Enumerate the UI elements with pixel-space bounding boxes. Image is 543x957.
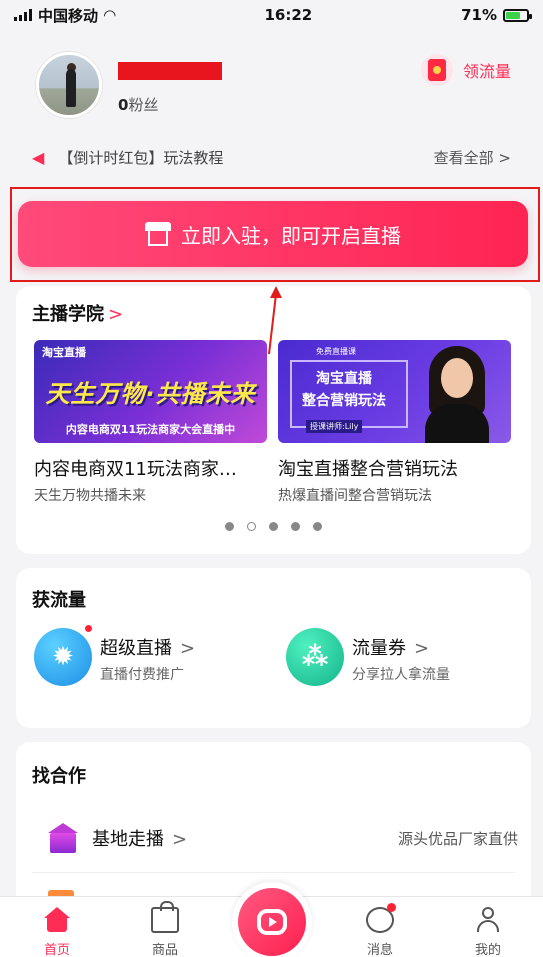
get-traffic-card: 获流量 ✹ 超级直播 > 直播付费推广 ⁂ 流量券 > 分享拉人拿流量 <box>16 568 531 728</box>
tab-goods-label: 商品 <box>151 943 178 957</box>
battery-icon <box>503 8 532 22</box>
coop-desc: 源头优品厂家直供 <box>397 829 518 848</box>
chevron-right-icon: > <box>180 638 196 659</box>
home-icon <box>43 907 71 933</box>
get-traffic-label: 领流量 <box>462 62 511 81</box>
pagination-dot[interactable] <box>269 522 278 531</box>
tool-name-text: 流量券 <box>352 638 406 659</box>
avatar[interactable] <box>36 52 102 118</box>
get-traffic-link[interactable]: 领流量 <box>420 54 511 86</box>
chat-icon <box>366 903 396 933</box>
academy-title[interactable]: 主播学院 > <box>32 300 123 326</box>
notice-bar[interactable]: ◀ 【倒计时红包】玩法教程 查看全部 > <box>0 140 543 174</box>
chevron-right-icon: > <box>414 638 430 659</box>
gear-icon: ✹ <box>34 628 92 686</box>
join-live-label: 立即入驻，即可开启直播 <box>181 223 401 248</box>
battery-fill <box>506 11 521 19</box>
base-live-row[interactable]: 基地走播 > 源头优品厂家直供 <box>48 818 518 858</box>
pagination-dot[interactable] <box>313 522 322 531</box>
course-card[interactable]: 淘宝直播 天生万物·共播未来 内容电商双11玩法商家大会直播中 内容电商双11玩… <box>34 340 267 505</box>
live-play-icon <box>238 888 306 956</box>
fans-count: 0粉丝 <box>118 94 158 115</box>
wifi-icon: ◠ <box>104 6 116 24</box>
course-thumbnail: 免费直播课 淘宝直播 整合营销玩法 授课讲师:Lily <box>278 340 511 443</box>
avatar-photo-figure <box>66 69 76 107</box>
course-title: 淘宝直播整合营销玩法 <box>278 459 458 480</box>
pagination-dot[interactable] <box>225 522 234 531</box>
status-bar: 中国移动 ◠ 16:22 71% <box>0 0 543 30</box>
share-icon: ⁂ <box>286 628 344 686</box>
storefront-icon <box>145 222 171 246</box>
divider <box>32 872 515 873</box>
annotation-arrow <box>268 286 282 355</box>
join-live-button[interactable]: 立即入驻，即可开启直播 <box>18 201 528 267</box>
pagination-dot-active[interactable] <box>247 522 256 531</box>
tab-mine-label: 我的 <box>474 943 501 957</box>
thumbnail-speaker: 授课讲师:Lily <box>306 420 363 433</box>
tab-home[interactable]: 首页 <box>17 907 97 957</box>
course-thumbnail: 淘宝直播 天生万物·共播未来 内容电商双11玩法商家大会直播中 <box>34 340 267 443</box>
username-redacted <box>118 62 222 80</box>
thumbnail-line2: 整合营销玩法 <box>302 393 386 409</box>
super-live-tool[interactable]: ✹ 超级直播 > 直播付费推广 <box>34 625 254 690</box>
megaphone-icon: ◀ <box>32 147 45 167</box>
taobao-live-logo: 淘宝直播 <box>42 346 86 359</box>
speaker-photo <box>421 346 493 443</box>
notice-text: 【倒计时红包】玩法教程 <box>58 148 224 167</box>
tab-messages-label: 消息 <box>366 943 393 957</box>
tool-name: 流量券 > <box>352 634 429 660</box>
chevron-right-icon: > <box>172 829 188 850</box>
red-envelope-icon <box>420 54 453 86</box>
thumbnail-headline: 天生万物·共播未来 <box>45 380 256 408</box>
fans-number: 0 <box>118 96 129 114</box>
coop-name-text: 基地走播 <box>92 829 164 850</box>
course-card[interactable]: 免费直播课 淘宝直播 整合营销玩法 授课讲师:Lily 淘宝直播整合营销玩法 热… <box>278 340 511 505</box>
view-all-link[interactable]: 查看全部 > <box>434 147 511 168</box>
pagination-dot[interactable] <box>291 522 300 531</box>
course-subtitle: 热爆直播间整合营销玩法 <box>278 488 432 504</box>
course-title: 内容电商双11玩法商家… <box>34 459 237 480</box>
battery-percent: 71% <box>461 6 497 24</box>
notification-dot <box>387 903 396 912</box>
traffic-coupon-tool[interactable]: ⁂ 流量券 > 分享拉人拿流量 <box>286 628 506 690</box>
course-subtitle: 天生万物共播未来 <box>34 488 146 504</box>
tool-desc: 直播付费推广 <box>100 667 184 683</box>
tab-mine[interactable]: 我的 <box>448 907 528 957</box>
carousel-pagination[interactable] <box>16 522 531 531</box>
shopping-bag-icon <box>151 901 179 933</box>
status-time: 16:22 <box>264 6 313 24</box>
tool-name-text: 超级直播 <box>100 638 172 659</box>
coop-name: 基地走播 > <box>92 825 187 851</box>
carrier-label: 中国移动 <box>38 6 99 25</box>
tab-messages[interactable]: 消息 <box>340 903 420 957</box>
battery-group: 71% <box>461 6 532 24</box>
tool-name: 超级直播 > <box>100 634 195 660</box>
profile-header: 0粉丝 领流量 <box>0 40 543 132</box>
traffic-title: 获流量 <box>32 590 86 611</box>
carrier-group: 中国移动 ◠ <box>14 5 116 26</box>
chevron-right-icon: > <box>108 304 124 325</box>
go-live-button[interactable] <box>232 882 312 957</box>
tool-desc: 分享拉人拿流量 <box>352 667 450 683</box>
tab-goods[interactable]: 商品 <box>125 901 205 957</box>
thumbnail-caption: 内容电商双11玩法商家大会直播中 <box>65 423 236 436</box>
cooperation-title: 找合作 <box>32 766 86 787</box>
tab-home-label: 首页 <box>43 943 70 957</box>
thumbnail-tag: 免费直播课 <box>316 347 356 356</box>
academy-title-text: 主播学院 <box>32 304 104 325</box>
fans-label: 粉丝 <box>128 96 159 114</box>
signal-icon <box>14 9 32 21</box>
thumbnail-line1: 淘宝直播 <box>316 371 372 387</box>
user-icon <box>474 907 502 933</box>
notification-dot <box>85 625 92 632</box>
building-icon <box>48 823 78 853</box>
